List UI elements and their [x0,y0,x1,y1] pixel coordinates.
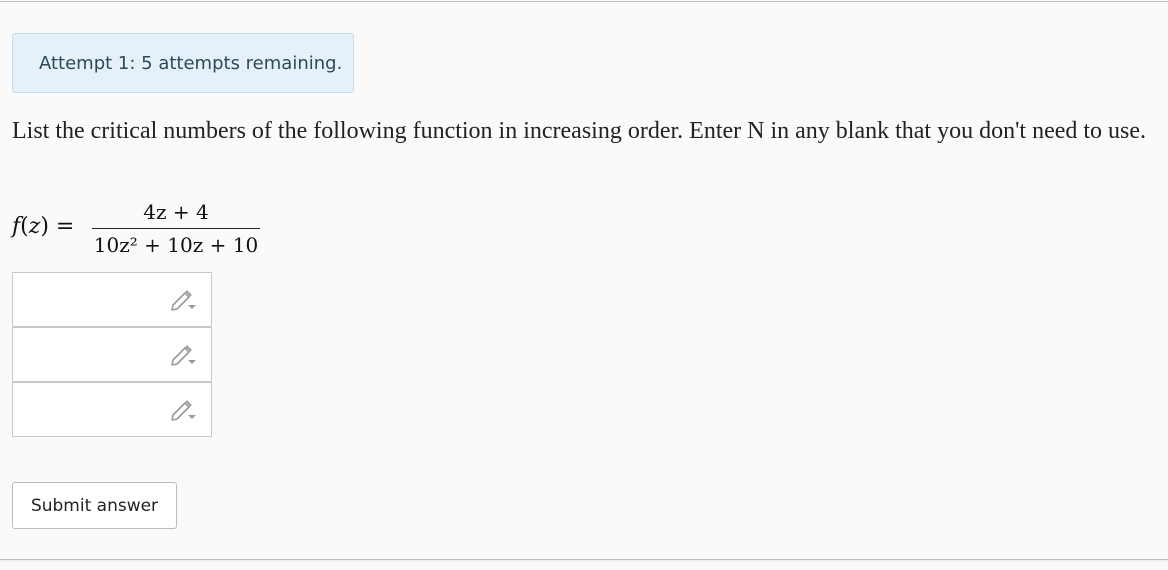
pencil-icon[interactable] [170,288,198,312]
pencil-icon[interactable] [170,343,198,367]
formula-fraction: 4z + 4 10z² + 10z + 10 [92,198,260,259]
formula-variable: z [28,214,41,239]
submit-answer-label: Submit answer [30,495,159,516]
attempts-alert-text: Attempt 1: 5 attempts remaining. [39,52,343,74]
formula-lhs: f(z) = [12,214,75,239]
formula-denominator: 10z² + 10z + 10 [93,233,259,257]
fraction-bar [92,228,260,229]
frame-bottom-border [0,559,1168,560]
frame-top-border [0,1,1168,2]
submit-answer-button[interactable]: Submit answer [12,482,177,529]
formula-numerator: 4z + 4 [143,200,209,224]
pencil-icon[interactable] [170,398,198,422]
formula-function-name: f [12,214,21,239]
question-text: List the critical numbers of the followi… [12,118,1147,144]
attempts-alert: Attempt 1: 5 attempts remaining. [12,33,354,93]
